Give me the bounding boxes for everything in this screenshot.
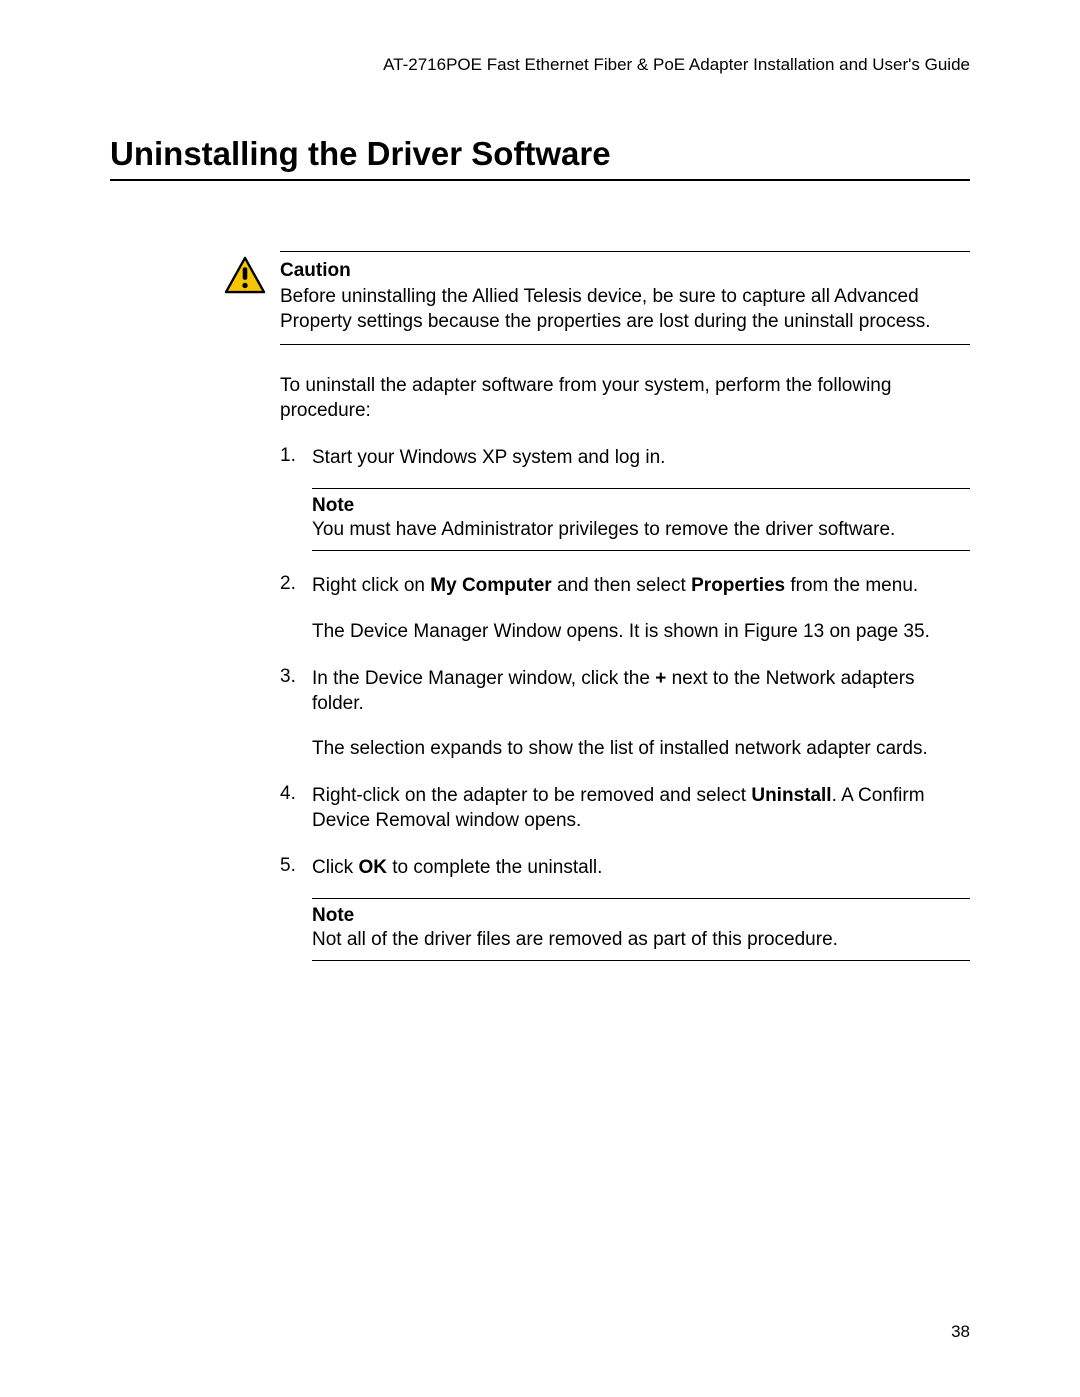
warning-icon <box>224 256 266 294</box>
procedure-list: Start your Windows XP system and log in.… <box>280 445 970 961</box>
text-run: to complete the uninstall. <box>387 857 602 878</box>
bold-run: Uninstall <box>751 785 831 806</box>
step-text: Start your Windows XP system and log in. <box>312 445 970 470</box>
title-rule <box>110 179 970 181</box>
text-run: Click <box>312 857 358 878</box>
section-title: Uninstalling the Driver Software <box>110 135 970 173</box>
step-text: Right-click on the adapter to be removed… <box>312 783 970 833</box>
step-1: Start your Windows XP system and log in.… <box>280 445 970 551</box>
bold-run: Properties <box>691 575 785 596</box>
text-run: Start your Windows XP system and log in. <box>312 447 665 468</box>
running-header: AT-2716POE Fast Ethernet Fiber & PoE Ada… <box>110 55 970 75</box>
step-2: Right click on My Computer and then sele… <box>280 573 970 643</box>
step-text: In the Device Manager window, click the … <box>312 666 970 716</box>
text-run: and then select <box>552 575 691 596</box>
caution-body: Before uninstalling the Allied Telesis d… <box>280 286 931 332</box>
bold-run: + <box>655 668 666 689</box>
caution-callout: Caution Before uninstalling the Allied T… <box>280 251 970 345</box>
text-run: In the Device Manager window, click the <box>312 668 655 689</box>
step-text: Right click on My Computer and then sele… <box>312 573 970 598</box>
bold-run: My Computer <box>430 575 551 596</box>
step-5: Click OK to complete the uninstall. Note… <box>280 855 970 961</box>
intro-paragraph: To uninstall the adapter software from y… <box>280 373 970 423</box>
note-body: Not all of the driver files are removed … <box>312 929 838 950</box>
step-3: In the Device Manager window, click the … <box>280 666 970 761</box>
step-extra: The Device Manager Window opens. It is s… <box>312 619 970 644</box>
step-text: Click OK to complete the uninstall. <box>312 855 970 880</box>
text-run: Right click on <box>312 575 430 596</box>
note-label: Note <box>312 495 970 517</box>
note-callout: Note Not all of the driver files are rem… <box>312 898 970 961</box>
text-run: Right-click on the adapter to be removed… <box>312 785 751 806</box>
bold-run: OK <box>358 857 387 878</box>
document-page: AT-2716POE Fast Ethernet Fiber & PoE Ada… <box>0 0 1080 1397</box>
note-callout: Note You must have Administrator privile… <box>312 488 970 551</box>
text-run: from the menu. <box>785 575 918 596</box>
page-number: 38 <box>951 1322 970 1342</box>
note-label: Note <box>312 905 970 927</box>
step-extra: The selection expands to show the list o… <box>312 736 970 761</box>
content-block: Caution Before uninstalling the Allied T… <box>280 251 970 961</box>
caution-label: Caution <box>280 260 970 282</box>
note-body: You must have Administrator privileges t… <box>312 519 895 540</box>
step-4: Right-click on the adapter to be removed… <box>280 783 970 833</box>
